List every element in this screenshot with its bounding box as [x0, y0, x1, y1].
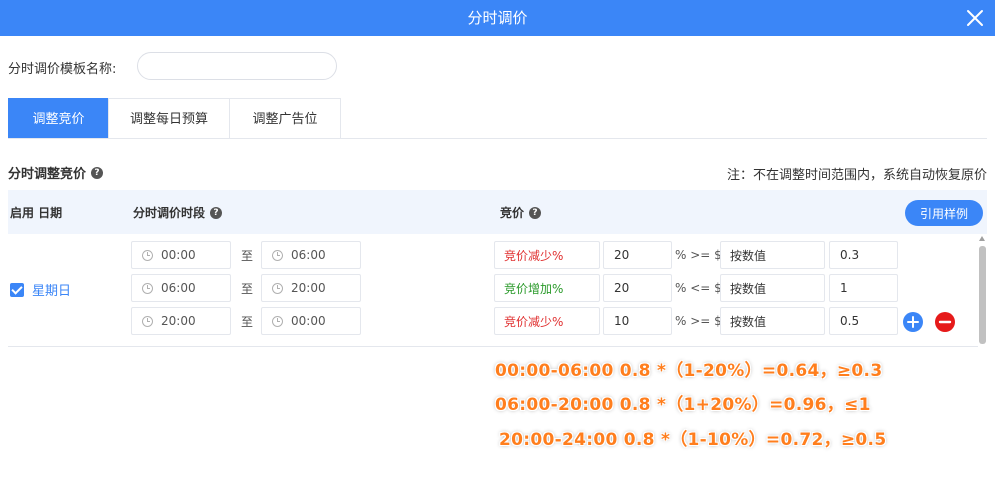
percent-input[interactable]: 10 [603, 307, 672, 335]
start-time-value: 06:00 [161, 281, 196, 295]
minus-circle-icon [935, 312, 955, 332]
header-time-range-text: 分时调价时段 [133, 206, 206, 220]
dialog-header: 分时调价 [0, 0, 995, 36]
add-row-button[interactable] [903, 312, 923, 332]
end-time-value: 20:00 [291, 281, 326, 295]
annotation-line-2: 06:00-20:00 0.8 *（1+20%）=0.96，≤1 [495, 395, 871, 415]
operator-label: % >= $ [675, 248, 722, 262]
scroll-thumb[interactable] [979, 246, 986, 344]
time-separator: 至 [241, 249, 254, 263]
percent-input[interactable]: 20 [603, 274, 672, 302]
limit-input[interactable]: 0.5 [829, 307, 898, 335]
start-time-value: 20:00 [161, 314, 196, 328]
tab-adjust-bid[interactable]: 调整竞价 [8, 98, 109, 139]
close-icon [967, 10, 983, 26]
tabs-divider [8, 138, 987, 139]
annotation-line-1: 00:00-06:00 0.8 *（1-20%）=0.64，≥0.3 [495, 361, 883, 381]
day-label: 星期日 [32, 284, 72, 299]
end-time-input[interactable]: 20:00 [261, 274, 361, 302]
start-time-input[interactable]: 06:00 [131, 274, 231, 302]
bid-adjust-select[interactable]: 竞价减少% [494, 307, 600, 335]
end-time-input[interactable]: 00:00 [261, 307, 361, 335]
operator-label: % >= $ [675, 314, 722, 328]
bid-adjust-select[interactable]: 竞价增加% [494, 274, 600, 302]
end-time-value: 00:00 [291, 314, 326, 328]
scroll-up-arrow-icon[interactable] [979, 236, 985, 241]
vertical-scrollbar[interactable] [978, 236, 987, 346]
header-enable-day-text: 启用 日期 [10, 206, 63, 220]
close-button[interactable] [963, 6, 987, 30]
clock-icon [142, 282, 153, 294]
mode-select[interactable]: 按数值 [720, 241, 825, 269]
start-time-value: 00:00 [161, 248, 196, 262]
operator-label: % <= $ [675, 281, 722, 295]
header-time-range: 分时调价时段 ? [133, 204, 223, 221]
clock-icon [142, 249, 153, 261]
end-time-value: 06:00 [291, 248, 326, 262]
plus-circle-icon [903, 312, 923, 332]
question-icon[interactable]: ? [529, 206, 542, 219]
template-name-label: 分时调价模板名称: [8, 62, 117, 77]
header-bid: 竞价 ? [500, 204, 542, 221]
dialog-title: 分时调价 [467, 9, 528, 27]
section-title: 分时调整竞价 ? [8, 163, 104, 182]
limit-input[interactable]: 1 [829, 274, 898, 302]
header-enable-day: 启用 日期 [10, 204, 62, 221]
bid-adjust-select[interactable]: 竞价减少% [494, 241, 600, 269]
start-time-input[interactable]: 20:00 [131, 307, 231, 335]
tab-adjust-placement[interactable]: 调整广告位 [229, 98, 341, 139]
tab-adjust-daily-budget[interactable]: 调整每日预算 [108, 98, 230, 139]
annotation-line-3: 20:00-24:00 0.8 *（1-10%）=0.72，≥0.5 [499, 430, 887, 450]
start-time-input[interactable]: 00:00 [131, 241, 231, 269]
section-title-text: 分时调整竞价 [8, 167, 87, 182]
question-icon[interactable]: ? [91, 166, 104, 179]
question-icon[interactable]: ? [210, 206, 223, 219]
section-note: 注：不在调整时间范围内，系统自动恢复原价 [726, 168, 987, 183]
end-time-input[interactable]: 06:00 [261, 241, 361, 269]
limit-input[interactable]: 0.3 [829, 241, 898, 269]
time-separator: 至 [241, 282, 254, 296]
mode-select[interactable]: 按数值 [720, 274, 825, 302]
clock-icon [142, 315, 153, 327]
time-separator: 至 [241, 315, 254, 329]
header-bid-text: 竞价 [500, 206, 525, 220]
percent-input[interactable]: 20 [603, 241, 672, 269]
table-header: 启用 日期 分时调价时段 ? 竞价 ? 引用样例 [8, 190, 987, 234]
row-divider [8, 346, 978, 347]
remove-row-button[interactable] [935, 312, 955, 332]
mode-select[interactable]: 按数值 [720, 307, 825, 335]
day-enabled-checkbox[interactable] [10, 282, 24, 297]
clock-icon [272, 282, 283, 294]
template-name-input[interactable] [137, 52, 337, 80]
clock-icon [272, 315, 283, 327]
clock-icon [272, 249, 283, 261]
day-cell: 星期日 [10, 280, 71, 299]
use-sample-button[interactable]: 引用样例 [905, 200, 983, 226]
